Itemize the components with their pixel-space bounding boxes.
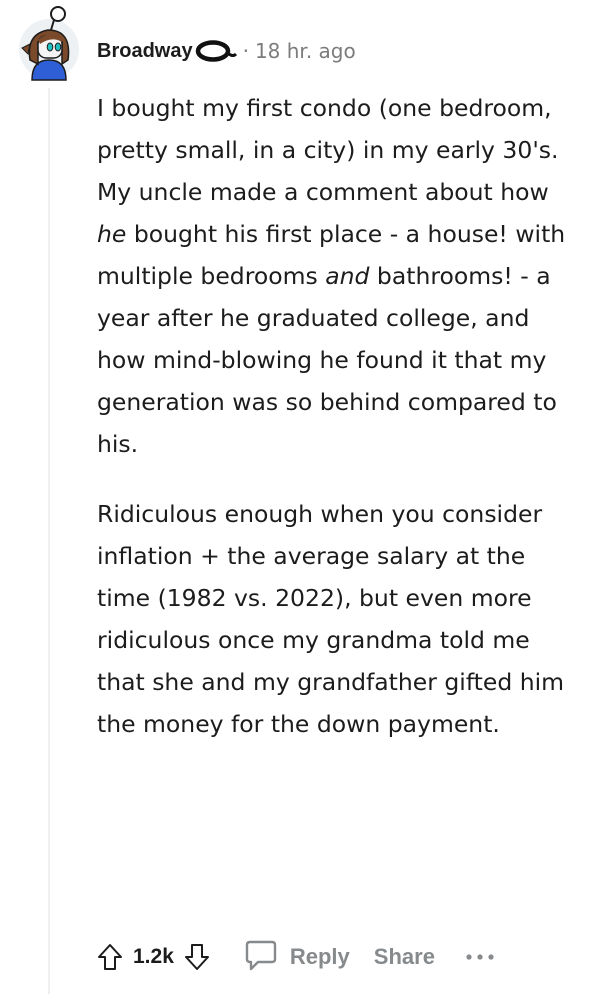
- timestamp[interactable]: 18 hr. ago: [255, 39, 356, 63]
- reply-button[interactable]: Reply: [244, 939, 350, 975]
- ellipsis-icon[interactable]: [465, 952, 495, 962]
- reply-label: Reply: [289, 944, 350, 969]
- arrow-down-icon[interactable]: [184, 943, 210, 971]
- ring-icon: [193, 39, 237, 63]
- comment-body: I bought my first condo (one bedroom, pr…: [97, 87, 567, 745]
- comment-paragraph: I bought my first condo (one bedroom, pr…: [97, 87, 567, 465]
- speech-bubble-icon: [244, 939, 278, 975]
- share-label: Share: [373, 944, 435, 969]
- emphasis-text: he: [97, 220, 127, 248]
- username[interactable]: Broadway: [97, 40, 193, 63]
- emphasis-text: and: [325, 262, 370, 290]
- action-bar: 1.2k Reply Share: [97, 934, 495, 980]
- thread-line[interactable]: [48, 88, 50, 994]
- share-button[interactable]: Share: [374, 944, 435, 970]
- comment-header: Broadway · 18 hr. ago: [97, 36, 356, 66]
- paragraph-text: Ridiculous enough when you consider infl…: [97, 500, 565, 738]
- arrow-up-icon[interactable]: [97, 943, 123, 971]
- avatar[interactable]: [18, 4, 80, 82]
- vote-score: 1.2k: [133, 945, 174, 968]
- comment-paragraph: Ridiculous enough when you consider infl…: [97, 493, 567, 745]
- paragraph-text: I bought my first condo (one bedroom, pr…: [97, 94, 559, 206]
- paragraph-text: bathrooms! - a year after he graduated c…: [97, 262, 557, 458]
- header-separator: ·: [242, 39, 249, 63]
